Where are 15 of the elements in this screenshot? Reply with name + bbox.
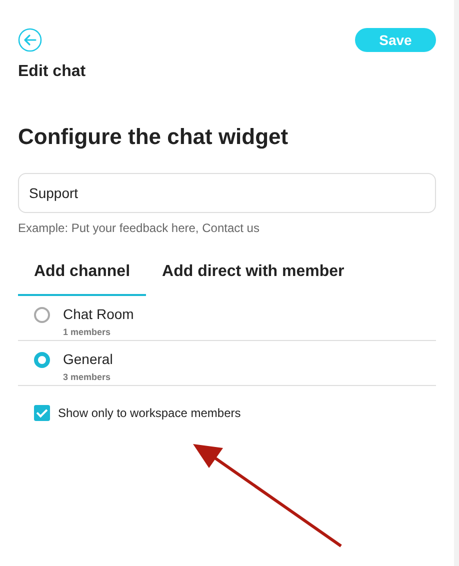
- radio-button[interactable]: [34, 307, 50, 323]
- channel-name: Chat Room: [63, 306, 134, 322]
- member-count: 1 members: [63, 327, 112, 337]
- channel-name: General: [63, 351, 113, 367]
- member-count: 3 members: [63, 372, 112, 382]
- field-hint: Example: Put your feedback here, Contact us: [18, 221, 260, 235]
- name-field[interactable]: Support: [18, 173, 436, 213]
- checkbox-label: Show only to workspace members: [58, 406, 241, 420]
- back-icon[interactable]: [18, 28, 42, 52]
- section-heading: Configure the chat widget: [18, 124, 290, 150]
- radio-button[interactable]: [34, 352, 50, 368]
- page-title: Edit chat: [18, 63, 87, 81]
- checkbox[interactable]: [34, 405, 50, 421]
- tab[interactable]: Add direct with member: [146, 255, 360, 296]
- tab[interactable]: Add channel: [18, 255, 146, 296]
